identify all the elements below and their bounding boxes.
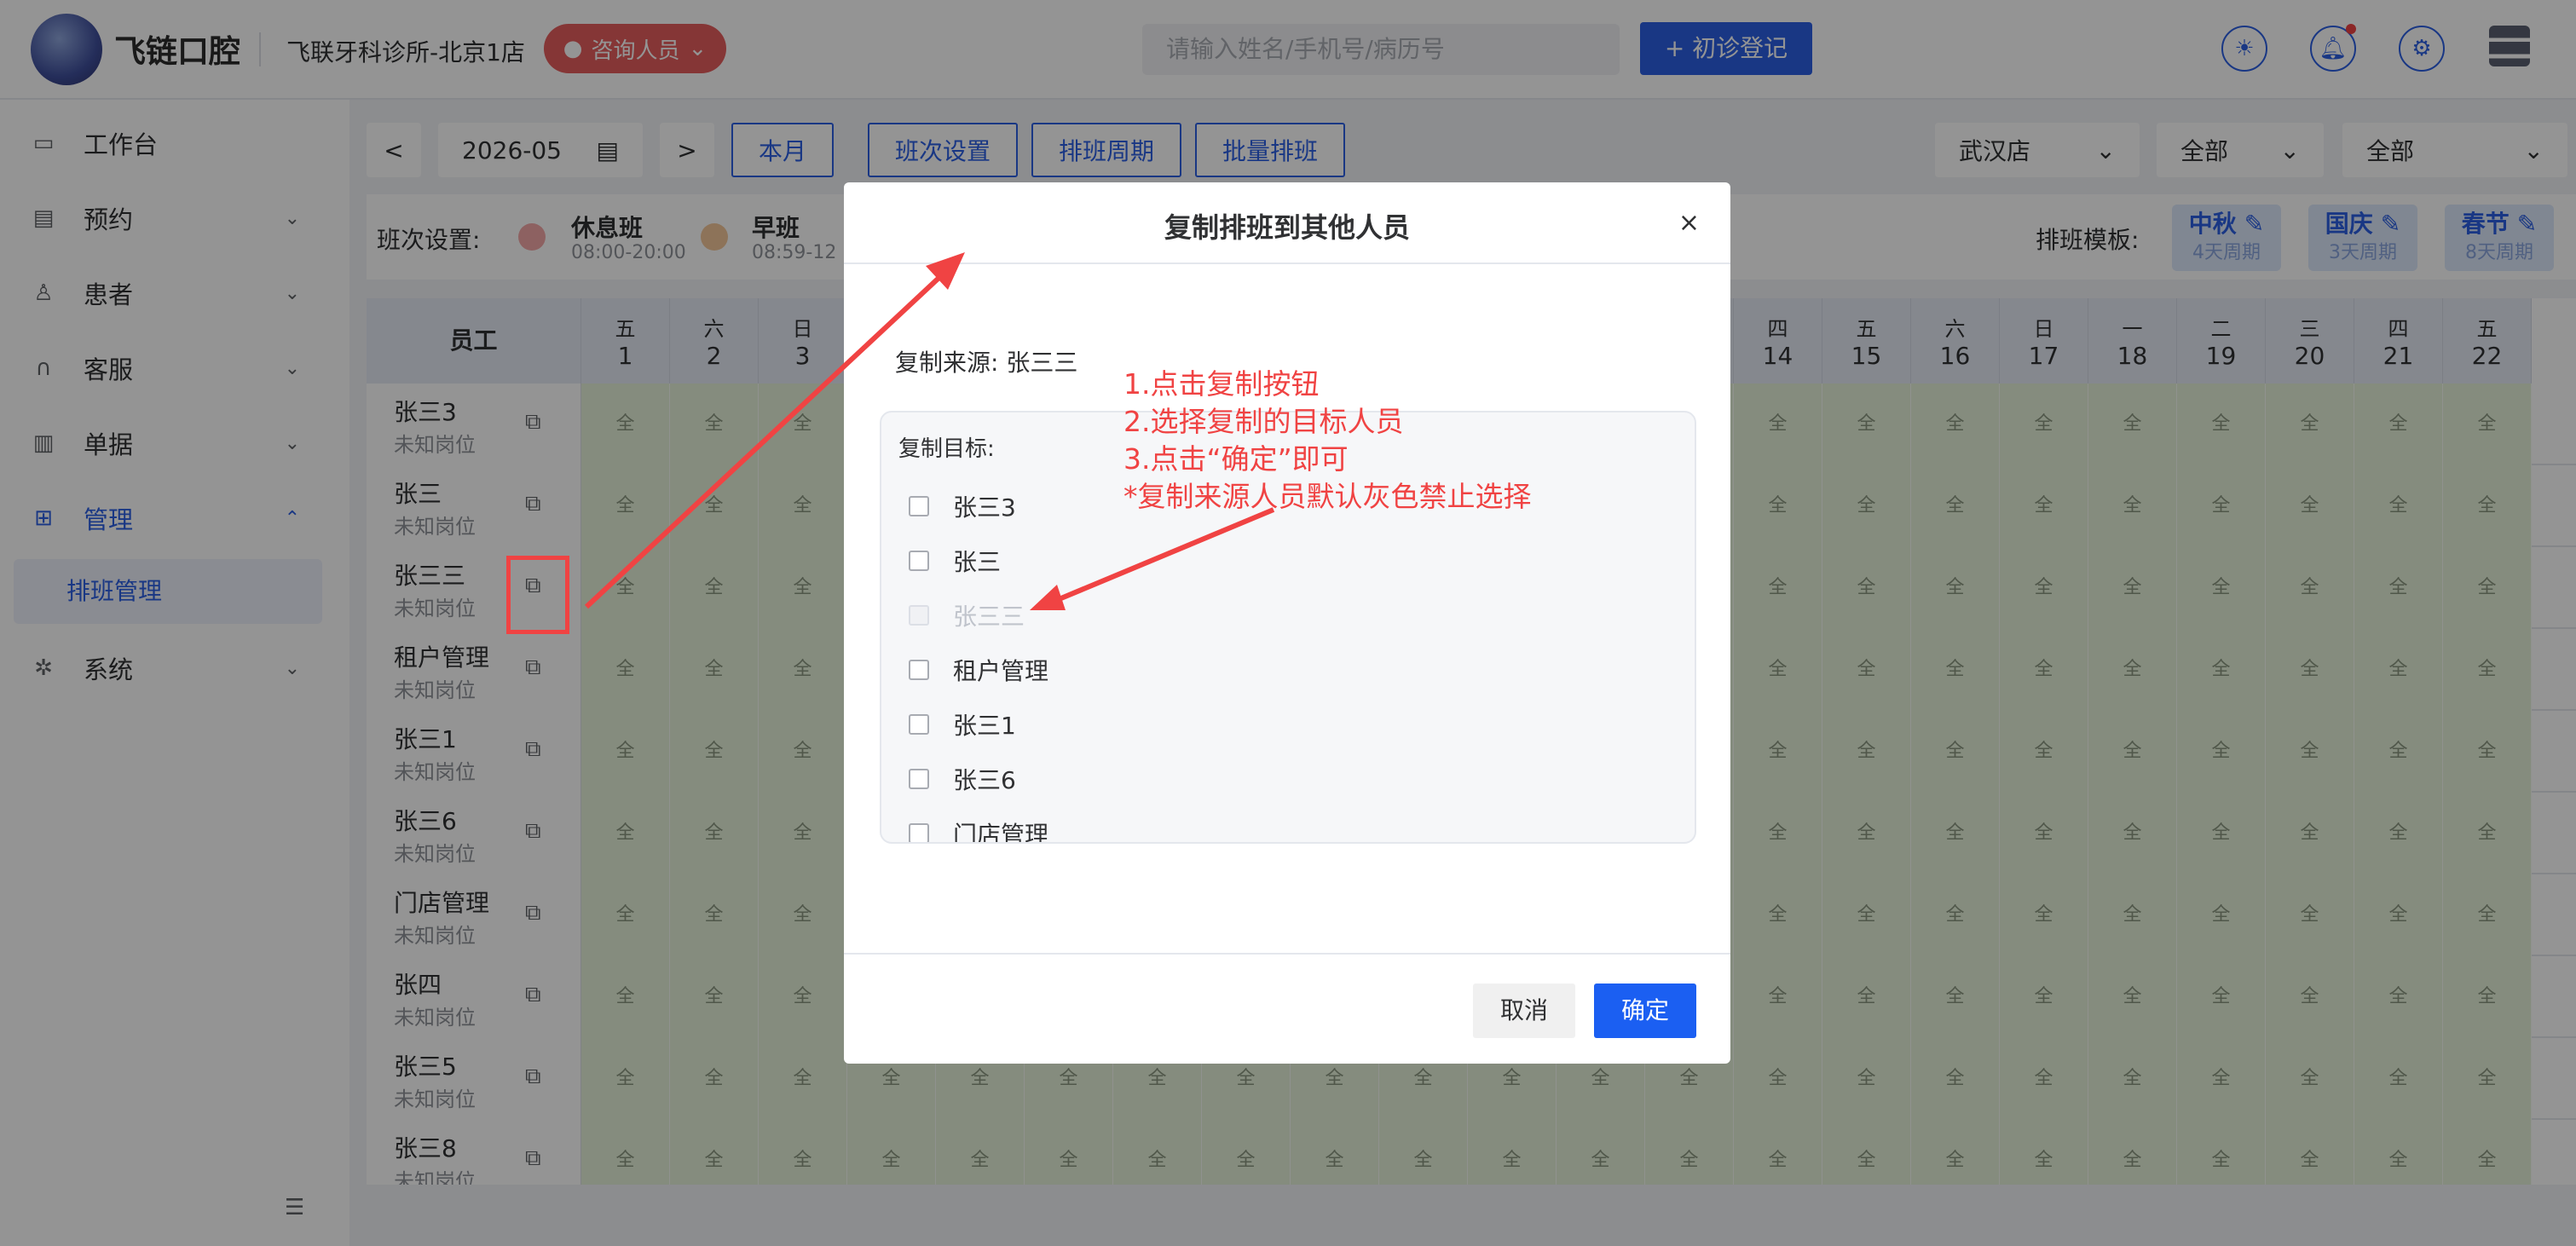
annotation-arrow-line xyxy=(1055,507,1275,603)
annotation-arrowhead xyxy=(1030,585,1066,610)
annotation-arrow-line xyxy=(584,268,949,609)
annotation-arrows xyxy=(584,252,1275,610)
